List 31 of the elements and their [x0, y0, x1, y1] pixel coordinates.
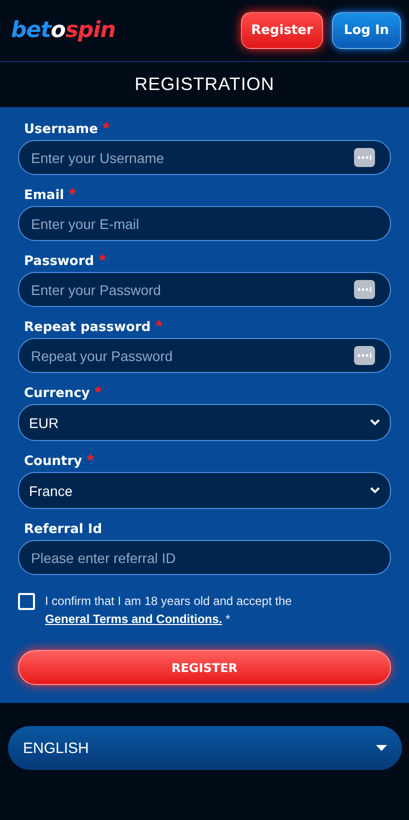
field-label: Username [24, 122, 98, 137]
input-field[interactable]: Enter your Password [18, 272, 391, 307]
required-mark: * [69, 188, 76, 202]
required-mark: * [87, 454, 94, 468]
required-mark: * [156, 320, 162, 334]
caret-icon [376, 745, 387, 751]
required-mark: * [94, 386, 102, 400]
required-mark: * [99, 254, 106, 268]
select-field[interactable]: EUR [18, 404, 391, 441]
field-label: Password [24, 254, 94, 269]
input-field[interactable]: Repeat your Password [18, 338, 391, 373]
field-label: Repeat password [24, 320, 151, 335]
logo[interactable]: betospin [11, 18, 116, 43]
input-field[interactable]: Enter your E-mail [18, 206, 391, 241]
field-label: Referral Id [24, 522, 102, 537]
required-mark: * [102, 122, 110, 136]
input-field[interactable]: Please enter referral ID [18, 540, 391, 575]
login-button[interactable]: Log In [332, 12, 401, 49]
field-label: Country [24, 454, 82, 469]
input-field[interactable]: Enter your Username [18, 140, 391, 175]
consent-text: I confirm that I am 18 years old and accept the General Terms and Conditions. * [45, 593, 293, 628]
register-submit-button[interactable]: REGISTER [18, 650, 391, 685]
field-label: Currency [24, 386, 90, 401]
language-select[interactable]: ENGLISH [8, 726, 402, 770]
register-button[interactable]: Register [241, 12, 323, 49]
select-field[interactable]: France [18, 472, 391, 509]
chevron-down-icon [370, 487, 380, 494]
terms-link[interactable]: General Terms and Conditions. [45, 612, 222, 626]
field-label: Email [24, 188, 64, 203]
chevron-down-icon [370, 419, 380, 426]
checkbox[interactable] [18, 593, 35, 610]
